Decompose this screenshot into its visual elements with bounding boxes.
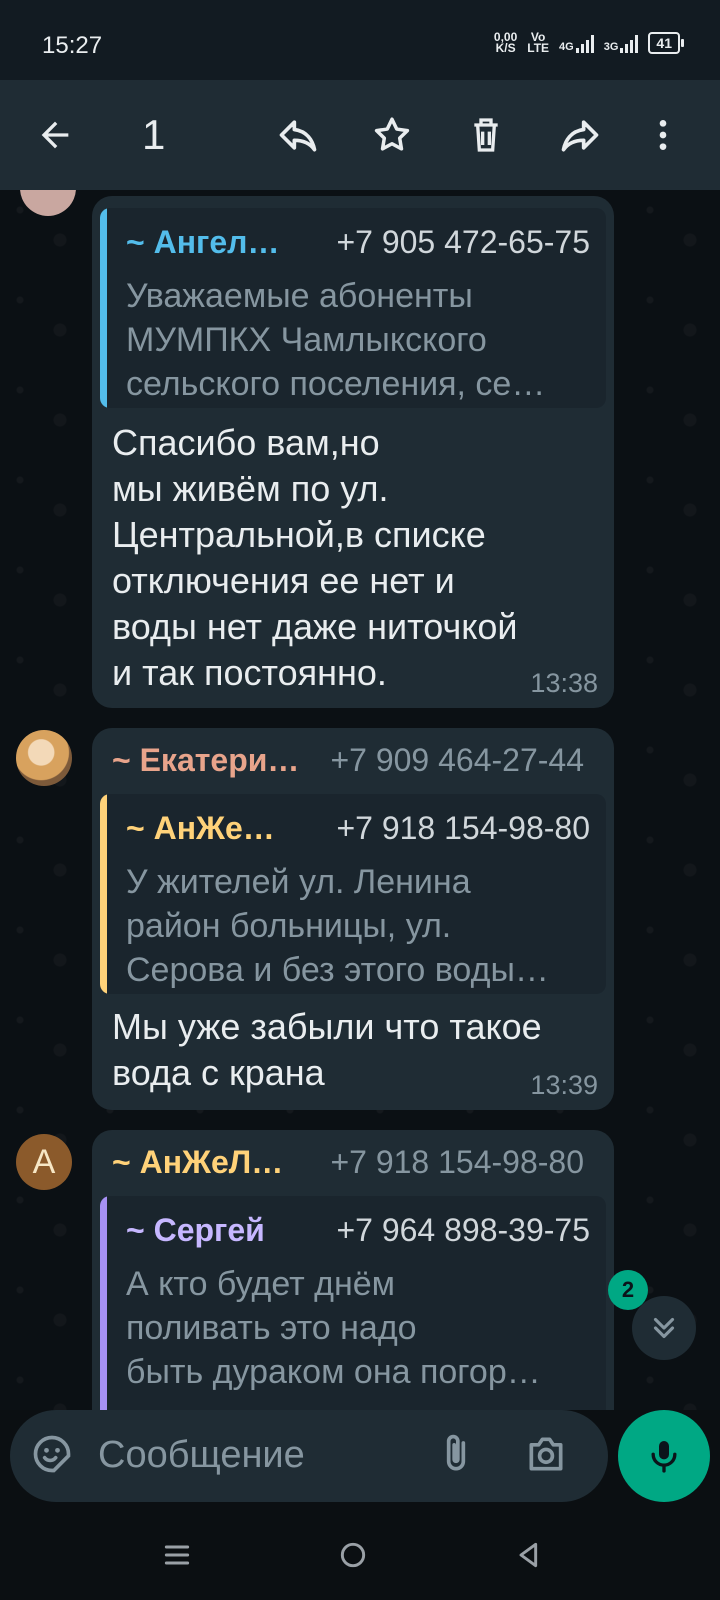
signal-bars-icon bbox=[620, 33, 639, 53]
star-icon[interactable] bbox=[367, 110, 417, 160]
signal-3g-label: 3G bbox=[603, 41, 619, 53]
quote-text: Уважаемые абоненты МУМПКХ Чамлыкского се… bbox=[126, 274, 596, 406]
quote-author: ~ Сергей bbox=[126, 1212, 265, 1248]
message-line: и так постоянно. bbox=[112, 652, 387, 693]
quote-line: поливать это надо bbox=[126, 1309, 417, 1347]
message-bubble[interactable]: ~ Ангел… +7 905 472-65-75 Уважаемые абон… bbox=[92, 196, 614, 708]
sender-phone: +7 918 154-98-80 bbox=[330, 1144, 584, 1180]
message-line: воды нет даже ниточкой bbox=[112, 606, 518, 647]
forward-icon[interactable] bbox=[555, 110, 605, 160]
reply-icon[interactable] bbox=[273, 110, 323, 160]
message-input[interactable]: Сообщение bbox=[98, 1434, 305, 1477]
avatar[interactable] bbox=[20, 190, 76, 216]
quote-phone: +7 905 472-65-75 bbox=[336, 224, 590, 260]
quote-line: сельского поселения, се… bbox=[126, 365, 546, 403]
camera-icon[interactable] bbox=[524, 1432, 568, 1481]
selected-count: 1 bbox=[142, 111, 166, 158]
chat-history[interactable]: ~ Ангел… +7 905 472-65-75 Уважаемые абон… bbox=[0, 190, 720, 1410]
message-composer[interactable]: Сообщение bbox=[10, 1410, 608, 1502]
quote-bar bbox=[100, 1196, 107, 1410]
quote-line: быть дураком она погор… bbox=[126, 1353, 541, 1391]
sender-name[interactable]: ~ Екатери… bbox=[112, 742, 299, 779]
system-navigation-bar bbox=[0, 1510, 720, 1600]
back-icon[interactable] bbox=[504, 1530, 554, 1580]
battery-icon: 41 bbox=[648, 32, 684, 54]
quote-author: ~ АнЖе… bbox=[126, 810, 275, 846]
quote-bar bbox=[100, 208, 107, 408]
quote-line: У жителей ул. Ленина bbox=[126, 863, 471, 901]
message-line: Центральной,в списке bbox=[112, 514, 486, 555]
quote-line: Серова и без этого воды… bbox=[126, 951, 549, 989]
message-text: Мы уже забыли что такое вода с крана bbox=[112, 1004, 542, 1096]
quote-bar bbox=[100, 794, 107, 994]
double-chevron-down-icon bbox=[653, 1317, 675, 1339]
avatar[interactable] bbox=[16, 730, 72, 786]
status-time: 15:27 bbox=[42, 32, 103, 59]
network-speed-unit: K/S bbox=[495, 41, 516, 55]
quote-phone: +7 918 154-98-80 bbox=[336, 810, 590, 846]
quote-line: Уважаемые абоненты bbox=[126, 277, 473, 315]
signal-4g-icon: 4G bbox=[559, 33, 594, 53]
quote-line: район больницы, ул. bbox=[126, 907, 452, 945]
quote-text: А кто будет днём поливать это надо быть … bbox=[126, 1262, 596, 1394]
avatar[interactable]: А bbox=[16, 1134, 72, 1190]
volte-icon: Vo LTE bbox=[527, 31, 550, 55]
quote-text: У жителей ул. Ленина район больницы, ул.… bbox=[126, 860, 596, 992]
message-bubble[interactable]: ~ АнЖеЛ… +7 918 154-98-80 ~ Сергей +7 96… bbox=[92, 1130, 614, 1410]
message-line: отключения ее нет и bbox=[112, 560, 455, 601]
home-icon[interactable] bbox=[328, 1530, 378, 1580]
quote-author: ~ Ангел… bbox=[126, 224, 280, 260]
quoted-message[interactable]: ~ Ангел… +7 905 472-65-75 Уважаемые абон… bbox=[100, 208, 606, 408]
sender-name[interactable]: ~ АнЖеЛ… bbox=[112, 1144, 283, 1181]
quote-line: А кто будет днём bbox=[126, 1265, 396, 1303]
message-line: Мы уже забыли что такое bbox=[112, 1006, 542, 1047]
message-time: 13:39 bbox=[530, 1070, 598, 1100]
selection-toolbar: 1 bbox=[0, 80, 720, 190]
sender-phone: +7 909 464-27-44 bbox=[330, 742, 584, 778]
message-text: Спасибо вам,но мы живём по ул. Центральн… bbox=[112, 420, 518, 696]
microphone-icon bbox=[651, 1441, 677, 1473]
signal-3g-icon: 3G bbox=[604, 33, 639, 53]
signal-4g-label: 4G bbox=[559, 41, 574, 53]
quoted-message[interactable]: ~ АнЖе… +7 918 154-98-80 У жителей ул. Л… bbox=[100, 794, 606, 994]
quote-phone: +7 964 898-39-75 bbox=[336, 1212, 590, 1248]
delete-icon[interactable] bbox=[461, 110, 511, 160]
voice-record-button[interactable] bbox=[618, 1410, 710, 1502]
more-vert-icon[interactable] bbox=[638, 110, 688, 160]
volte-sublabel: LTE bbox=[527, 41, 550, 55]
message-bubble[interactable]: ~ Екатери… +7 909 464-27-44 ~ АнЖе… +7 9… bbox=[92, 728, 614, 1110]
message-time: 13:38 bbox=[530, 668, 598, 698]
network-speed: 0,00 K/S bbox=[494, 31, 517, 55]
message-line: вода с крана bbox=[112, 1052, 325, 1093]
back-arrow-icon[interactable] bbox=[30, 110, 80, 160]
quote-line: МУМПКХ Чамлыкского bbox=[126, 321, 487, 359]
status-bar: 15:27 0,00 K/S Vo LTE 4G 3G 41 bbox=[0, 0, 720, 80]
message-line: мы живём по ул. bbox=[112, 468, 389, 509]
battery-level: 41 bbox=[656, 35, 672, 51]
quoted-message[interactable]: ~ Сергей +7 964 898-39-75 А кто будет дн… bbox=[100, 1196, 606, 1410]
unread-badge: 2 bbox=[608, 1270, 648, 1310]
sticker-icon[interactable] bbox=[30, 1432, 74, 1481]
recents-icon[interactable] bbox=[152, 1530, 202, 1580]
attach-icon[interactable] bbox=[434, 1432, 478, 1481]
scroll-to-bottom-button[interactable] bbox=[632, 1296, 696, 1360]
message-line: Спасибо вам,но bbox=[112, 422, 380, 463]
signal-bars-icon bbox=[575, 33, 594, 53]
status-icons: 0,00 K/S Vo LTE 4G 3G 41 bbox=[494, 31, 684, 55]
